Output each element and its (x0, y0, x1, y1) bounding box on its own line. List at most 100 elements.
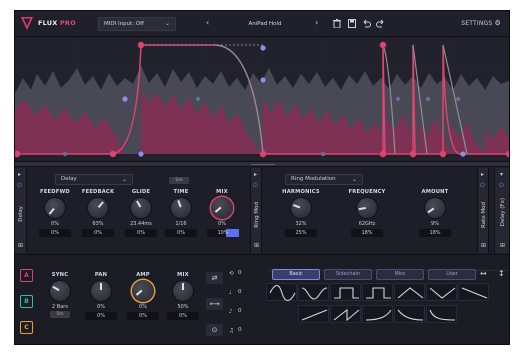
power-icon[interactable]: ⏻ (480, 182, 485, 190)
midi-input-dropdown[interactable]: MIDI Input: Off ⌄ (98, 17, 176, 31)
lfo-shape-triangle[interactable] (394, 283, 425, 301)
feedback-knob[interactable] (88, 198, 108, 218)
effect-strip-delay[interactable]: ▸ ⏻ Delay ⊞ (15, 168, 27, 253)
effect-strip-ratemod[interactable]: ▸ ⏻ Rate Mod ⊞ (477, 168, 489, 253)
power-icon[interactable]: ⏻ (499, 182, 504, 190)
effect1-type-dropdown[interactable]: Delay ⌄ (55, 174, 133, 185)
lfo-mix-knob[interactable] (173, 281, 193, 301)
lfo-shape-bump[interactable] (298, 283, 329, 301)
step-value[interactable]: 0 (238, 327, 242, 333)
grid-icon[interactable]: ⊞ (254, 242, 259, 249)
undo-icon[interactable] (362, 19, 371, 28)
preset-name[interactable]: AniPad Hold (215, 17, 315, 31)
feedback-input[interactable]: 0% (82, 229, 114, 237)
tab-user[interactable]: User (428, 269, 476, 280)
power-icon[interactable]: ⏻ (253, 182, 258, 190)
expand-arrow-icon[interactable]: ▸ (18, 171, 21, 178)
amp-knob[interactable] (132, 280, 154, 302)
prev-preset-button[interactable]: ‹ (206, 17, 209, 29)
step-value[interactable]: 0 (238, 270, 242, 276)
lane-a-button[interactable]: A (20, 269, 33, 282)
amount-input[interactable]: 18% (419, 229, 451, 237)
tempo-sync-button[interactable]: Sm (169, 177, 189, 184)
tab-sidechain[interactable]: Sidechain (324, 269, 372, 280)
brand-text: FLUX (38, 19, 58, 27)
lfo-shape-decay[interactable] (426, 305, 457, 323)
lfo-shape-sine[interactable] (266, 283, 297, 302)
tab-basic[interactable]: Basic (272, 269, 320, 280)
frequency-input[interactable]: 18% (351, 229, 383, 237)
feedfwd-knob[interactable] (45, 198, 65, 218)
save-icon[interactable] (348, 19, 356, 28)
sync-knob[interactable] (50, 281, 70, 301)
lfo-shape-saw-up[interactable] (330, 305, 361, 323)
retrig-icon: ⟲ (229, 271, 234, 277)
expand-arrow-icon[interactable]: ▸ (254, 171, 257, 178)
pan-knob[interactable] (91, 281, 111, 301)
effect1-type-label: Delay (61, 176, 77, 182)
lfo-shape-sharp-down[interactable] (394, 305, 425, 323)
lfo-shape-sharp-up[interactable] (362, 305, 393, 323)
effect2-type-dropdown[interactable]: Ring Modulation ⌄ (285, 174, 363, 185)
grid-icon[interactable]: ⊞ (481, 242, 486, 249)
expand-arrow-icon[interactable]: ▾ (500, 171, 503, 178)
mix-input[interactable]: 10% (207, 229, 239, 237)
lfo-shape-ramp-down[interactable] (458, 283, 489, 301)
effect-strip-label: Ring Mod (254, 202, 260, 228)
glide-knob[interactable] (131, 198, 151, 218)
mix-knob[interactable] (211, 197, 233, 219)
grid-icon[interactable]: ⊞ (18, 242, 23, 249)
knob-label-frequency: FREQUENCY (348, 189, 386, 195)
stretch-icon[interactable]: ⟷ (206, 298, 223, 310)
envelope-svg[interactable] (15, 38, 510, 160)
time-knob[interactable] (171, 198, 191, 218)
amp-input[interactable]: 0% (127, 312, 159, 320)
grid-icon[interactable]: ⊞ (500, 242, 505, 249)
effect-strip-ringmod[interactable]: ▸ ⏻ Ring Mod ⊞ (250, 168, 262, 253)
mix-value: 0% (218, 221, 226, 227)
lfo-shape-valley[interactable] (426, 283, 457, 301)
pan-input[interactable]: 0% (85, 312, 117, 320)
settings-label: SETTINGS (461, 20, 493, 27)
sync-mode-button[interactable]: 5m (50, 311, 70, 318)
stretch-vertical-icon[interactable]: ↕ (498, 269, 505, 278)
lane-c-button[interactable]: C (20, 321, 33, 334)
knob-label-feedback: FEEDBACK (81, 189, 115, 195)
redo-icon[interactable] (376, 19, 385, 28)
chevron-down-icon: ⌄ (351, 176, 357, 183)
gear-icon: ⚙ (494, 19, 501, 27)
target-icon[interactable]: ⊙ (206, 324, 223, 336)
power-icon[interactable]: ⏻ (17, 182, 22, 190)
tab-misc[interactable]: Misc (376, 269, 424, 280)
expand-arrow-icon[interactable]: ▸ (481, 171, 484, 178)
effect-strip-label: Rate Mod (481, 202, 487, 228)
section-divider[interactable] (15, 161, 509, 167)
harmonics-input[interactable]: 25% (285, 229, 317, 237)
lfo-mix-input[interactable]: 0% (167, 312, 199, 320)
stretch-horizontal-icon[interactable]: ↔ (480, 269, 487, 278)
swap-icon[interactable]: ⇄ (206, 272, 223, 284)
divider-grip[interactable] (251, 164, 275, 165)
feedfwd-input[interactable]: 0% (39, 229, 71, 237)
harmonics-knob[interactable] (291, 198, 311, 218)
envelope-graph[interactable] (15, 38, 510, 160)
amount-knob[interactable] (425, 198, 445, 218)
glide-input[interactable]: 0% (125, 229, 157, 237)
effect-strip-delay-fx[interactable]: ▾ ⏻ Delay (Fx) ⊞ (494, 168, 509, 253)
settings-button[interactable]: SETTINGS ⚙ (461, 19, 501, 27)
step-value[interactable]: 0 (238, 308, 242, 314)
time-input[interactable]: 0% (165, 229, 197, 237)
note-icon: ♫ (229, 328, 234, 334)
knob-label-amp: AMP (136, 272, 150, 278)
knob-label-time: TIME (173, 189, 189, 195)
next-preset-button[interactable]: › (315, 17, 318, 29)
lfo-shape-pulse[interactable] (362, 283, 393, 301)
step-value[interactable]: 0 (238, 289, 242, 295)
frequency-knob[interactable] (357, 198, 377, 218)
lfo-shape-ramp-up[interactable] (298, 305, 329, 323)
flux-pro-window: FLUX PRO MIDI Input: Off ⌄ ‹ AniPad Hold… (14, 10, 510, 345)
trash-icon[interactable] (333, 19, 341, 28)
lane-b-button[interactable]: B (20, 295, 33, 308)
pan-value: 0% (97, 304, 105, 310)
lfo-shape-square[interactable] (330, 283, 361, 301)
